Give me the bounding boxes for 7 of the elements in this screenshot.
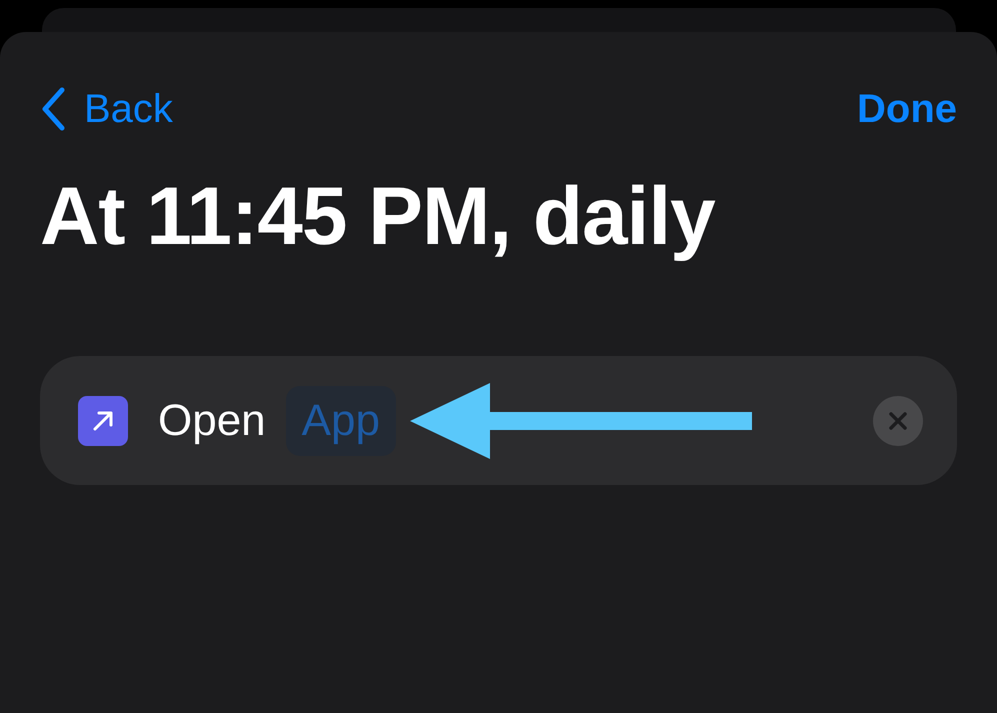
close-icon bbox=[888, 410, 908, 430]
arrow-up-right-icon bbox=[78, 396, 128, 446]
back-button[interactable]: Back bbox=[40, 79, 173, 139]
done-button[interactable]: Done bbox=[857, 79, 957, 139]
clear-button[interactable] bbox=[873, 396, 923, 446]
action-verb: Open bbox=[158, 394, 266, 446]
chevron-left-icon bbox=[40, 86, 66, 132]
